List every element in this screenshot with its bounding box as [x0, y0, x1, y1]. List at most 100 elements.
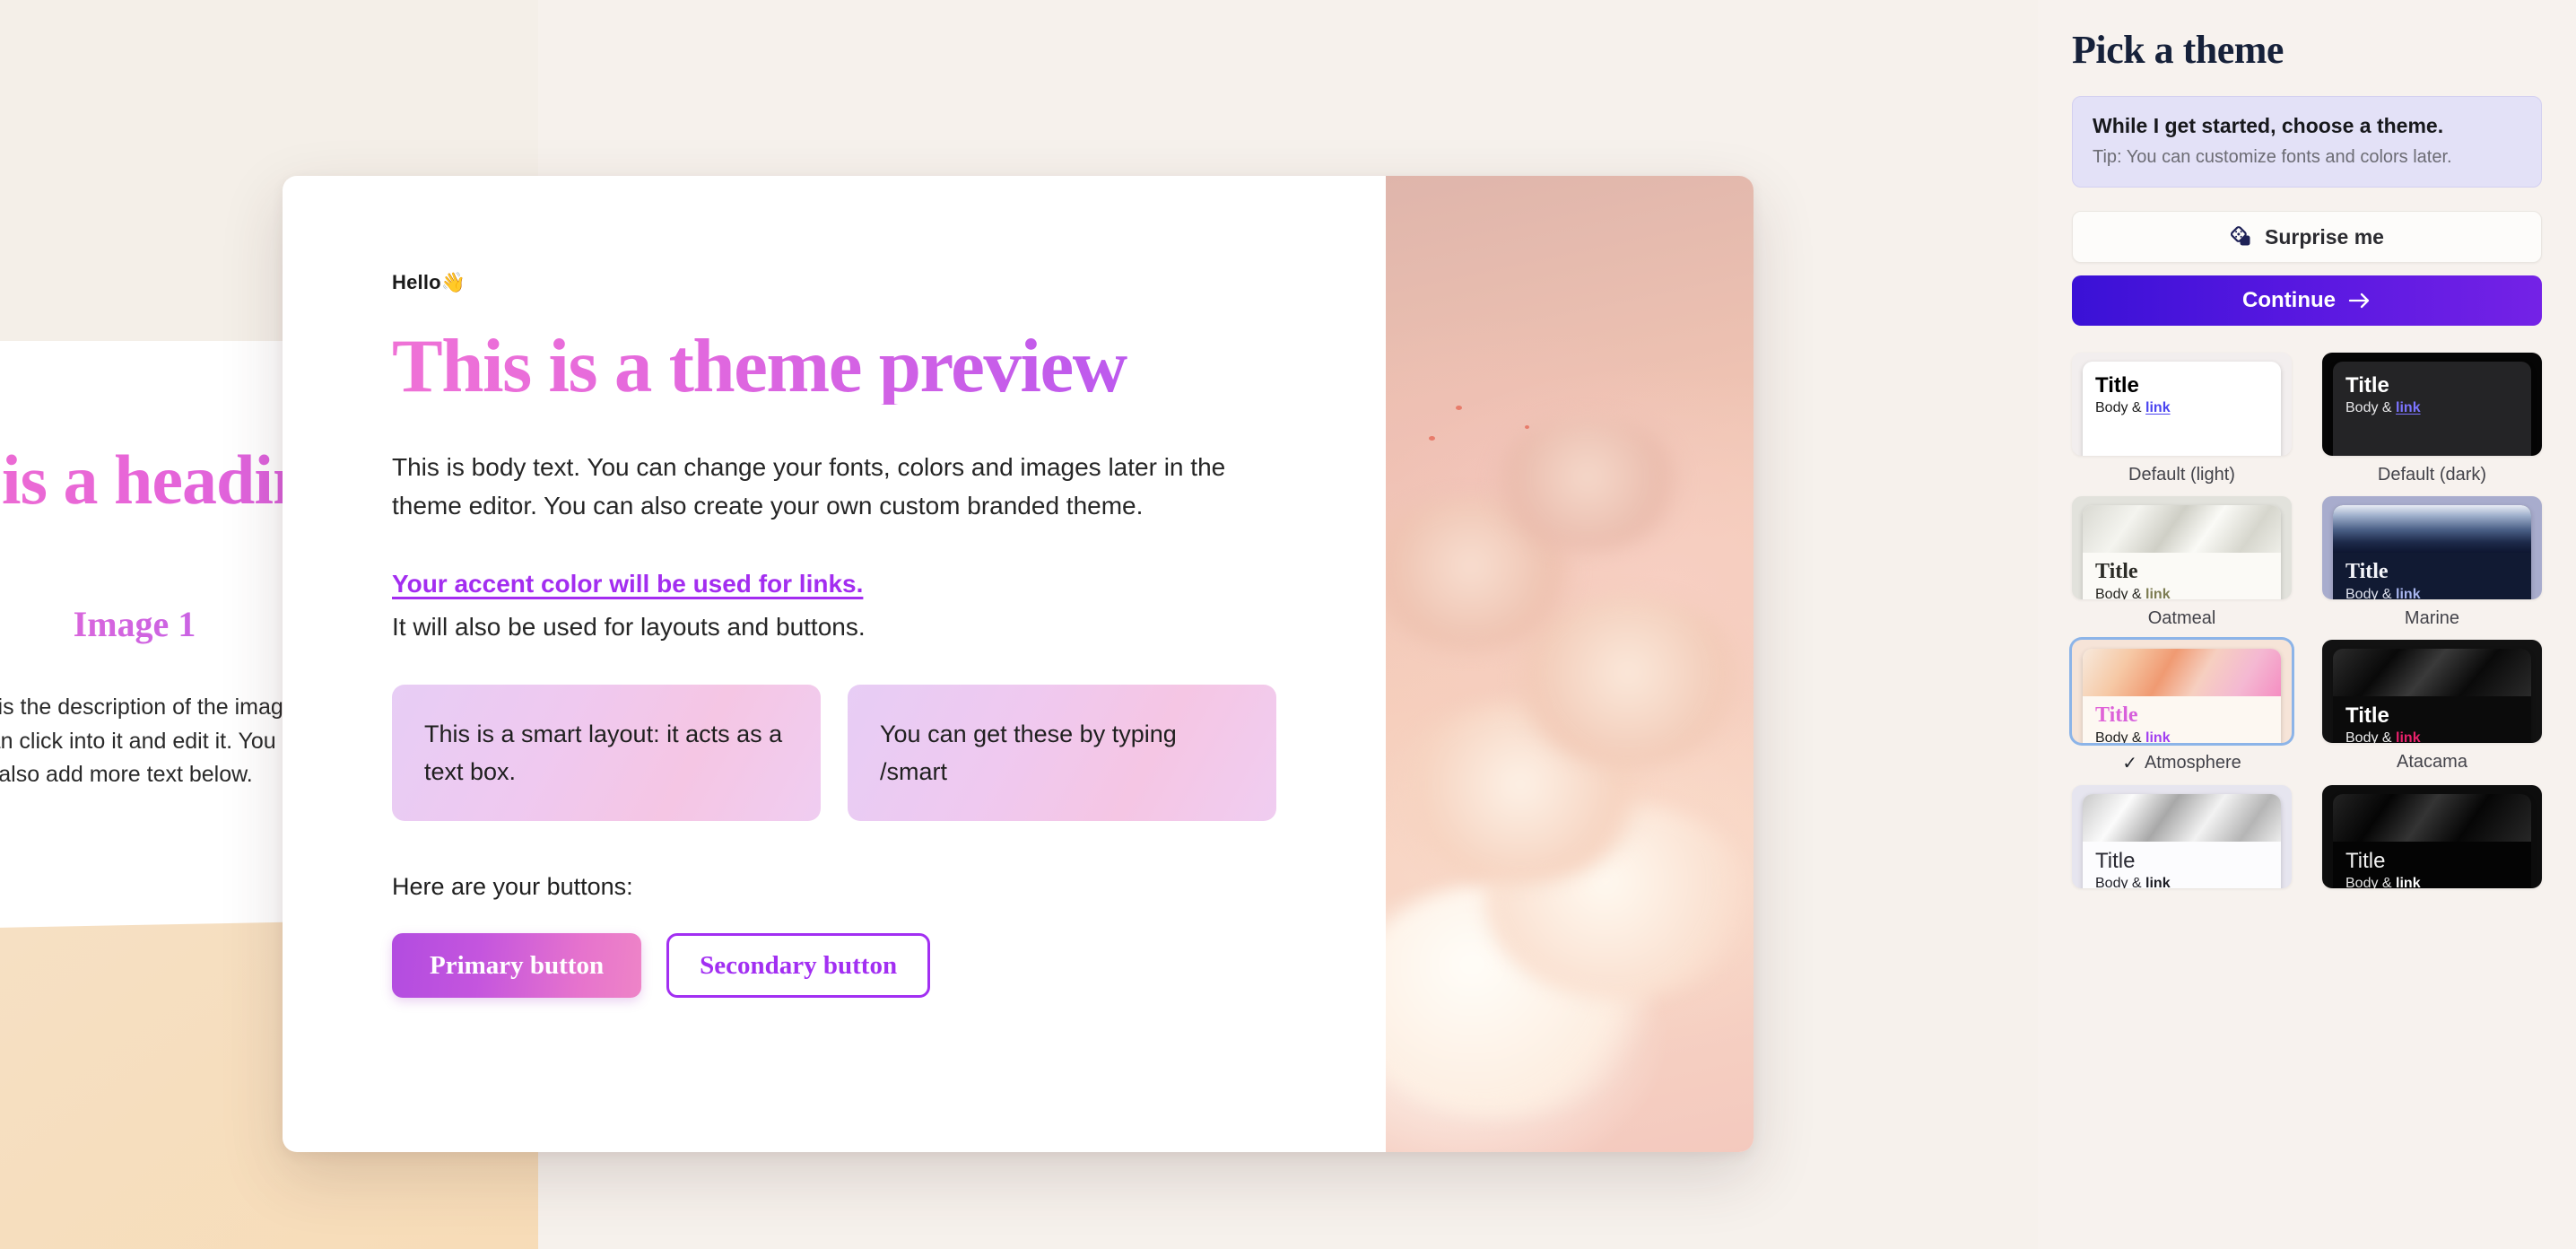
- surprise-me-label: Surprise me: [2265, 224, 2384, 249]
- theme-swatch-link: link: [2145, 400, 2171, 416]
- accent-color-link[interactable]: Your accent color will be used for links…: [392, 570, 863, 598]
- theme-swatch-link: link: [2145, 876, 2171, 888]
- theme-name-label: Oatmeal: [2148, 608, 2216, 629]
- theme-swatch-preview: Title Body & link: [2333, 794, 2531, 888]
- theme-swatch-image: [2083, 649, 2281, 696]
- theme-preview-content: Hello👋 This is a theme preview This is b…: [283, 176, 1386, 1152]
- continue-button[interactable]: Continue: [2072, 275, 2542, 326]
- speck-dot: [1429, 436, 1435, 441]
- theme-swatch-title: Title: [2095, 703, 2281, 727]
- smart-layout-card[interactable]: This is a smart layout: it acts as a tex…: [392, 685, 821, 822]
- theme-option-unnamed-6[interactable]: Title Body & link: [2072, 785, 2292, 888]
- theme-swatch-link: link: [2396, 400, 2421, 416]
- theme-option-atacama[interactable]: Title Body & link Atacama: [2322, 640, 2542, 774]
- theme-picker-panel: Pick a theme While I get started, choose…: [2038, 0, 2576, 1249]
- theme-swatch-body: Body & link: [2095, 400, 2171, 416]
- theme-option-oatmeal[interactable]: Title Body & link Oatmeal: [2072, 496, 2292, 629]
- theme-swatch-preview: Title Body & link: [2083, 505, 2281, 599]
- theme-swatch-image: [2333, 505, 2531, 553]
- secondary-button[interactable]: Secondary button: [666, 933, 931, 999]
- greeting-line: Hello👋: [392, 271, 1386, 294]
- theme-swatch-link: link: [2396, 730, 2421, 743]
- theme-swatch[interactable]: Title Body & link: [2072, 640, 2292, 743]
- continue-label: Continue: [2242, 288, 2336, 312]
- theme-swatch-text: Title Body & link: [2083, 362, 2281, 456]
- primary-button[interactable]: Primary button: [392, 933, 642, 999]
- tip-sub-text: Tip: You can customize fonts and colors …: [2093, 147, 2452, 167]
- arrow-right-icon: [2348, 292, 2371, 310]
- dice-icon: [2230, 225, 2253, 249]
- theme-swatch-body: Body & link: [2095, 587, 2281, 599]
- preview-button-row: Primary button Secondary button: [392, 933, 1386, 999]
- theme-name-label: Default (dark): [2378, 465, 2486, 485]
- theme-option-default-light[interactable]: Title Body & link Default (light): [2072, 353, 2292, 485]
- surprise-me-button[interactable]: Surprise me: [2072, 211, 2542, 263]
- theme-swatch-body: Body & link: [2345, 730, 2531, 743]
- smart-layout-card[interactable]: You can get these by typing /smart: [848, 685, 1276, 822]
- panel-title: Pick a theme: [2072, 28, 2284, 72]
- theme-swatch-image: [2083, 505, 2281, 553]
- theme-swatch-title: Title: [2345, 703, 2389, 728]
- theme-swatch-body: Body & link: [2345, 876, 2531, 888]
- cloud-shape: [1493, 416, 1682, 551]
- theme-swatch-image: [2083, 794, 2281, 842]
- smart-layout-row: This is a smart layout: it acts as a tex…: [392, 685, 1386, 822]
- theme-swatch-title: Title: [2345, 373, 2389, 397]
- theme-swatch-preview: Title Body & link: [2083, 794, 2281, 888]
- check-icon: ✓: [2122, 754, 2137, 773]
- theme-name-text: Atacama: [2397, 752, 2467, 772]
- theme-swatch-preview: Title Body & link: [2333, 649, 2531, 743]
- theme-name-label: ✓ Atmosphere: [2122, 752, 2241, 774]
- theme-swatch-text: Title Body & link: [2333, 696, 2531, 743]
- theme-swatch-body: Body & link: [2345, 400, 2421, 416]
- theme-swatch-body: Body & link: [2095, 876, 2281, 888]
- background-image-description: This is the description of the image. Yo…: [0, 694, 318, 787]
- theme-option-default-dark[interactable]: Title Body & link Default (dark): [2322, 353, 2542, 485]
- theme-swatch-preview: Title Body & link: [2083, 362, 2281, 456]
- theme-name-text: Atmosphere: [2144, 753, 2241, 773]
- accent-color-subtext: It will also be used for layouts and but…: [392, 613, 866, 642]
- greeting-text: Hello: [392, 271, 441, 293]
- theme-swatch-text: Title Body & link: [2083, 842, 2281, 888]
- assistant-tip-box: While I get started, choose a theme. Tip…: [2072, 96, 2542, 188]
- theme-name-text: Marine: [2404, 608, 2460, 628]
- theme-option-unnamed-7[interactable]: Title Body & link: [2322, 785, 2542, 888]
- theme-swatch-text: Title Body & link: [2083, 553, 2281, 599]
- theme-swatch-link: link: [2396, 876, 2421, 888]
- theme-swatch[interactable]: Title Body & link: [2322, 785, 2542, 888]
- theme-swatch[interactable]: Title Body & link: [2322, 353, 2542, 456]
- theme-name-label: Default (light): [2128, 465, 2235, 485]
- theme-swatch-link: link: [2145, 587, 2171, 599]
- tip-main-text: While I get started, choose a theme.: [2093, 114, 2444, 137]
- theme-name-label: Marine: [2405, 608, 2459, 629]
- theme-swatch-text: Title Body & link: [2333, 842, 2531, 888]
- theme-swatch-link: link: [2145, 730, 2171, 743]
- theme-name-text: Oatmeal: [2147, 608, 2216, 628]
- buttons-label: Here are your buttons:: [392, 873, 633, 901]
- theme-swatch-title: Title: [2095, 373, 2139, 397]
- theme-swatch-title: Title: [2095, 559, 2138, 583]
- theme-option-atmosphere[interactable]: Title Body & link ✓ Atmosphere: [2072, 640, 2292, 774]
- theme-swatch[interactable]: Title Body & link: [2072, 785, 2292, 888]
- preview-title: This is a theme preview: [392, 328, 1386, 405]
- theme-swatch-body: Body & link: [2095, 730, 2281, 743]
- theme-preview-modal: Hello👋 This is a theme preview This is b…: [283, 176, 1754, 1152]
- background-image-caption: Image 1: [0, 603, 323, 645]
- theme-option-marine[interactable]: Title Body & link Marine: [2322, 496, 2542, 629]
- theme-name-label: Atacama: [2397, 752, 2467, 773]
- theme-swatch[interactable]: Title Body & link: [2322, 640, 2542, 743]
- theme-swatch[interactable]: Title Body & link: [2322, 496, 2542, 599]
- theme-swatch-title: Title: [2345, 848, 2386, 873]
- theme-swatch-preview: Title Body & link: [2333, 362, 2531, 456]
- theme-swatch-text: Title Body & link: [2333, 553, 2531, 599]
- theme-swatch[interactable]: Title Body & link: [2072, 496, 2292, 599]
- theme-name-text: Default (light): [2128, 465, 2235, 485]
- theme-swatch-body: Body & link: [2345, 587, 2531, 599]
- theme-swatch[interactable]: Title Body & link: [2072, 353, 2292, 456]
- theme-name-text: Default (dark): [2377, 465, 2487, 485]
- theme-swatch-preview: Title Body & link: [2333, 505, 2531, 599]
- theme-grid: Title Body & link Default (light) Title Body…: [2072, 353, 2542, 888]
- speck-dot: [1525, 425, 1529, 429]
- speck-dot: [1456, 406, 1462, 410]
- preview-body-text: This is body text. You can change your f…: [392, 453, 1226, 520]
